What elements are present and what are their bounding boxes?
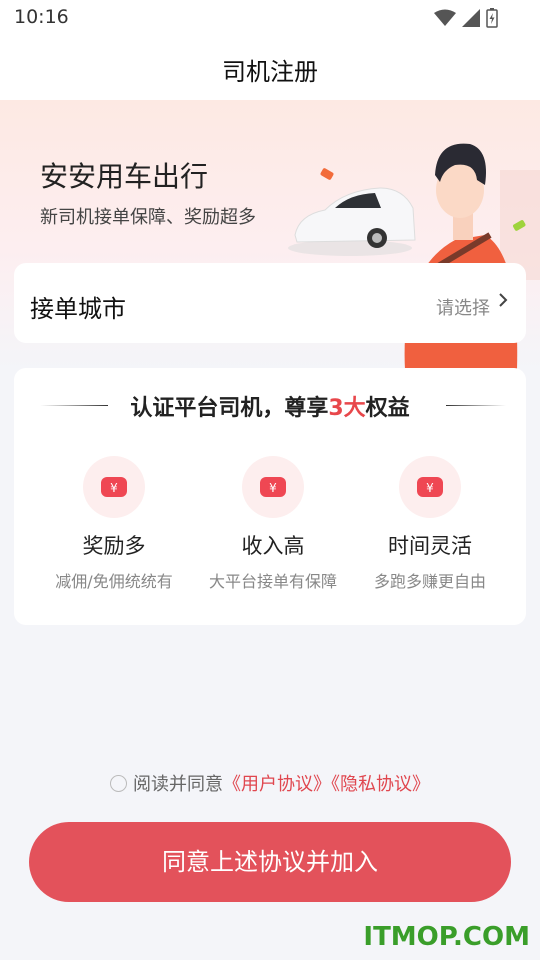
banner-subtitle: 新司机接单保障、奖励超多 <box>40 207 256 228</box>
benefit-name: 收入高 <box>241 534 305 558</box>
benefit-item: ¥ 时间灵活 多跑多赚更自由 <box>345 456 515 592</box>
battery-icon <box>486 8 498 28</box>
benefit-desc: 减佣/免佣统统有 <box>55 572 173 591</box>
svg-text:¥: ¥ <box>110 481 118 495</box>
benefit-desc: 大平台接单有保障 <box>208 572 337 591</box>
benefits-title-suffix: 权益 <box>365 396 410 421</box>
yuan-icon: ¥ <box>399 456 461 518</box>
benefit-name: 奖励多 <box>82 534 146 558</box>
page-title: 司机注册 <box>222 58 318 86</box>
title-bar: 司机注册 <box>0 36 540 100</box>
yuan-icon: ¥ <box>83 456 145 518</box>
chevron-right-icon <box>499 293 508 307</box>
status-icons <box>434 8 498 28</box>
banner-title: 安安用车出行 <box>40 160 209 193</box>
privacy-agreement-link[interactable]: 《隐私协议》 <box>331 774 430 795</box>
status-time: 10:16 <box>14 6 69 28</box>
benefit-item: ¥ 奖励多 减佣/免佣统统有 <box>29 456 199 592</box>
benefits-title-accent: 3大 <box>328 396 366 421</box>
divider-right <box>446 405 506 406</box>
status-bar: 10:16 <box>0 0 540 36</box>
benefit-item: ¥ 收入高 大平台接单有保障 <box>188 456 358 592</box>
yuan-icon: ¥ <box>242 456 304 518</box>
agreement-prefix: 阅读并同意 <box>133 774 223 795</box>
signal-icon <box>462 9 480 27</box>
agree-join-button[interactable]: 同意上述协议并加入 <box>29 822 511 902</box>
benefit-name: 时间灵活 <box>388 534 472 558</box>
user-agreement-link[interactable]: 《用户协议》 <box>223 774 331 795</box>
benefits-card: 认证平台司机，尊享3大权益 ¥ 奖励多 减佣/免佣统统有 ¥ 收入高 大平台接单… <box>14 368 526 625</box>
watermark-logo: ITMOP.COM <box>363 922 530 952</box>
benefits-title: 认证平台司机，尊享3大权益 <box>14 390 526 422</box>
benefit-desc: 多跑多赚更自由 <box>373 572 486 591</box>
benefits-title-prefix: 认证平台司机，尊享 <box>130 396 329 421</box>
agree-checkbox[interactable] <box>110 775 127 792</box>
agreement-row: 阅读并同意《用户协议》《隐私协议》 <box>0 770 540 796</box>
svg-text:¥: ¥ <box>426 481 434 495</box>
city-select-placeholder: 请选择 <box>436 298 490 319</box>
wifi-icon <box>434 9 456 26</box>
city-label: 接单城市 <box>30 295 126 323</box>
svg-text:¥: ¥ <box>269 481 277 495</box>
city-selector[interactable]: 接单城市 请选择 <box>14 263 526 343</box>
